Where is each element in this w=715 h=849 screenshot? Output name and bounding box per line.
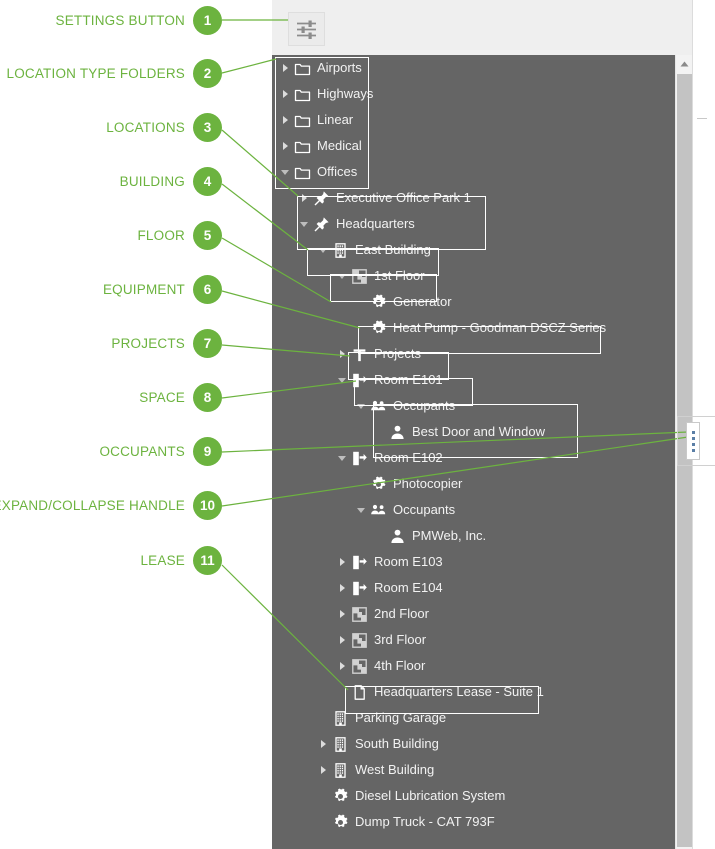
- callout-label: SPACE: [139, 389, 185, 405]
- callout-number: 9: [193, 436, 222, 466]
- callout-label: FLOOR: [137, 227, 185, 243]
- callout-number: 6: [193, 274, 222, 304]
- grip-dot: [691, 430, 695, 434]
- callout-number: 8: [193, 382, 222, 412]
- callout-label: LOCATION TYPE FOLDERS: [6, 65, 185, 81]
- callout-number: 5: [193, 220, 222, 250]
- callout-2: LOCATION TYPE FOLDERS 2: [0, 58, 222, 88]
- callout-label: EXPAND/COLLAPSE HANDLE: [0, 497, 185, 513]
- callout-label: OCCUPANTS: [99, 443, 185, 459]
- callout-number: 7: [193, 328, 222, 358]
- callout-10: EXPAND/COLLAPSE HANDLE 10: [0, 490, 222, 520]
- callout-number: 4: [193, 166, 222, 196]
- callout-11: LEASE 11: [0, 545, 222, 575]
- callout-number: 1: [193, 5, 222, 35]
- callout-label: EQUIPMENT: [102, 281, 185, 297]
- callout-number: 11: [193, 545, 222, 575]
- grip-dot: [691, 448, 695, 452]
- callout-5: FLOOR 5: [0, 220, 222, 250]
- callout-label: LEASE: [140, 552, 185, 568]
- callout-label: BUILDING: [119, 173, 185, 189]
- callout-number: 10: [193, 490, 222, 520]
- callout-number: 3: [193, 112, 222, 142]
- expand-collapse-handle[interactable]: [686, 422, 700, 460]
- callout-1: SETTINGS BUTTON 1: [0, 5, 222, 35]
- callout-annotations: SETTINGS BUTTON 1 LOCATION TYPE FOLDERS 2 LO…: [0, 0, 715, 849]
- callout-6: EQUIPMENT 6: [0, 274, 222, 304]
- callout-4: BUILDING 4: [0, 166, 222, 196]
- grip-dot: [691, 442, 695, 446]
- callout-label: LOCATIONS: [106, 119, 185, 135]
- callout-label: PROJECTS: [111, 335, 185, 351]
- callout-7: PROJECTS 7: [0, 328, 222, 358]
- callout-9: OCCUPANTS 9: [0, 436, 222, 466]
- callout-number: 2: [193, 58, 222, 88]
- grip-dot: [691, 436, 695, 440]
- callout-8: SPACE 8: [0, 382, 222, 412]
- callout-label: SETTINGS BUTTON: [55, 12, 185, 28]
- callout-3: LOCATIONS 3: [0, 112, 222, 142]
